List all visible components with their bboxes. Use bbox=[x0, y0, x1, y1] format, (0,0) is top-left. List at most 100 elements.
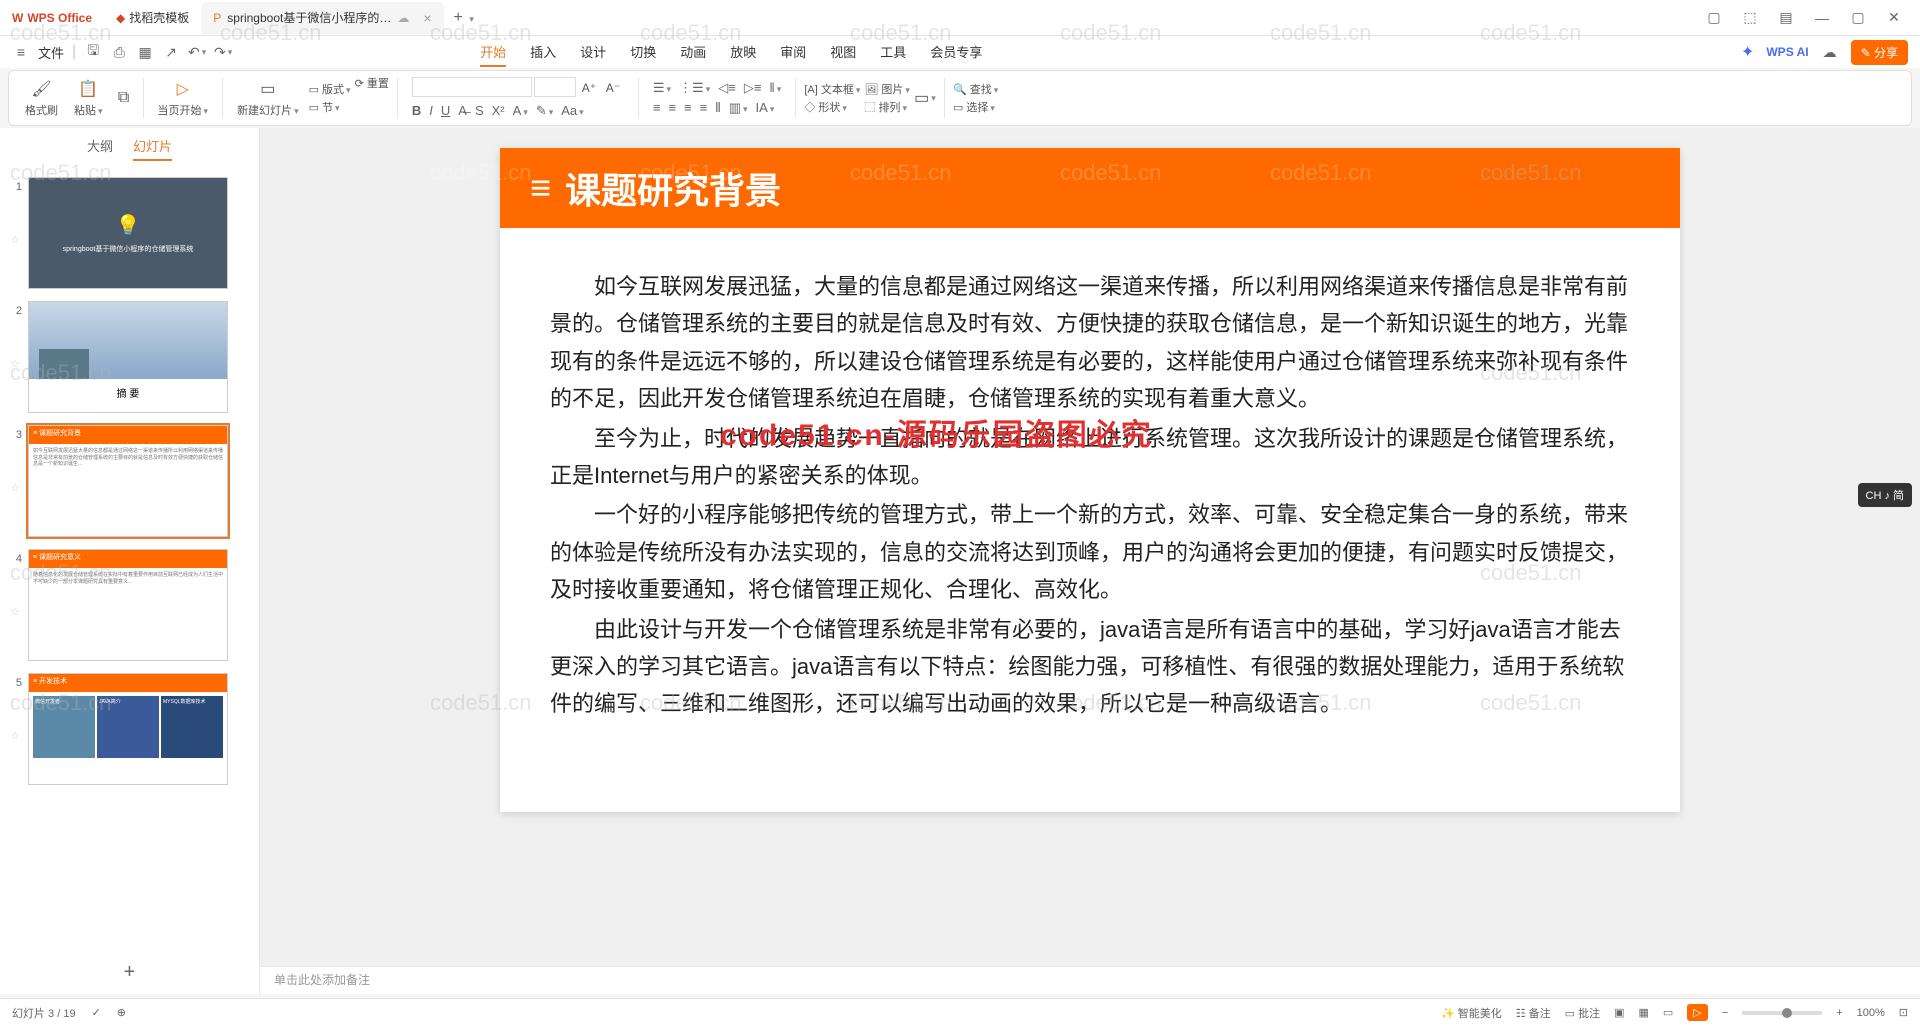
thumbnail-2[interactable]: 摘 要 bbox=[28, 301, 228, 413]
cloud-sync-icon[interactable]: ☁ bbox=[1821, 43, 1839, 61]
change-case-icon[interactable]: Aa▾ bbox=[561, 103, 583, 119]
font-size-select[interactable] bbox=[534, 77, 576, 97]
from-current-group[interactable]: ▷ 当页开始▾ bbox=[152, 78, 215, 118]
tab-insert[interactable]: 插入 bbox=[530, 38, 556, 67]
slides-tab[interactable]: 幻灯片 bbox=[133, 136, 172, 161]
shadow-icon[interactable]: S bbox=[475, 103, 484, 119]
window-cube-icon[interactable]: ⬚ bbox=[1740, 8, 1760, 28]
text-direction-icon[interactable]: IA▾ bbox=[756, 100, 775, 116]
sorter-view-icon[interactable]: ▦ bbox=[1638, 1006, 1648, 1019]
maximize-icon[interactable]: ▢ bbox=[1848, 8, 1868, 28]
window-menu-icon[interactable]: ▤ bbox=[1776, 8, 1796, 28]
reset-button[interactable]: ⟳ 重置 bbox=[355, 75, 389, 91]
strikethrough-icon[interactable]: A̶ bbox=[458, 103, 467, 119]
distribute-icon[interactable]: ⫴ bbox=[715, 100, 720, 116]
preview-icon[interactable]: ▦ bbox=[136, 43, 154, 61]
slide-title-bar[interactable]: ≡ 课题研究背景 bbox=[500, 148, 1680, 228]
align-center-icon[interactable]: ≡ bbox=[668, 100, 676, 116]
layout-button[interactable]: ▭ 版式▾ bbox=[309, 81, 351, 97]
app-tab[interactable]: W WPS Office bbox=[0, 2, 104, 34]
increase-font-icon[interactable]: A⁺ bbox=[578, 77, 600, 99]
new-slide-group[interactable]: ▭ 新建幻灯片▾ bbox=[231, 78, 305, 118]
close-tab-icon[interactable]: × bbox=[423, 10, 431, 26]
tab-start[interactable]: 开始 bbox=[480, 38, 506, 67]
comments-toggle[interactable]: ▭ 批注 bbox=[1565, 1005, 1600, 1021]
thumbnail-5[interactable]: ≡ 开发技术 微信开发者 JAVA简介 MYSQL数据库技术 bbox=[28, 673, 228, 785]
paste-group[interactable]: 📋 粘贴▾ bbox=[68, 78, 109, 118]
menu-icon[interactable]: ≡ bbox=[12, 43, 30, 61]
file-menu[interactable]: 文件 bbox=[38, 43, 64, 62]
redo-icon[interactable]: ↷▾ bbox=[214, 43, 232, 61]
arrange-button[interactable]: ⬚ 排列▾ bbox=[864, 99, 910, 115]
share-button[interactable]: ✎ 分享 bbox=[1851, 40, 1908, 65]
select-button[interactable]: ▭ 选择▾ bbox=[953, 99, 998, 115]
tab-transition[interactable]: 切换 bbox=[630, 38, 656, 67]
zoom-in-icon[interactable]: + bbox=[1836, 1007, 1842, 1019]
reading-view-icon[interactable]: ▭ bbox=[1663, 1006, 1673, 1019]
star-icon[interactable]: ☆ bbox=[10, 729, 20, 742]
bold-icon[interactable]: B bbox=[412, 103, 421, 119]
language-icon[interactable]: ⊕ bbox=[117, 1006, 126, 1019]
align-right-icon[interactable]: ≡ bbox=[684, 100, 692, 116]
star-icon[interactable]: ☆ bbox=[10, 481, 20, 494]
justify-icon[interactable]: ≡ bbox=[700, 100, 708, 116]
format-painter-group[interactable]: 🖌 格式刷 bbox=[19, 78, 64, 118]
print-icon[interactable]: ⎙ bbox=[110, 43, 128, 61]
window-box-icon[interactable]: ▢ bbox=[1704, 8, 1724, 28]
find-button[interactable]: 🔍 查找▾ bbox=[953, 81, 998, 97]
line-spacing-icon[interactable]: ‖▾ bbox=[769, 80, 781, 96]
indent-increase-icon[interactable]: ▷≡ bbox=[744, 80, 762, 96]
thumbnail-3[interactable]: ≡ 课题研究背景 如今互联网发展迅猛大量的信息都是通过网络这一渠道来传播所以利用… bbox=[28, 425, 228, 537]
copy-icon[interactable]: ⧉ bbox=[113, 87, 135, 109]
add-tab-button[interactable]: + ▾ bbox=[444, 9, 484, 27]
tab-animation[interactable]: 动画 bbox=[680, 38, 706, 67]
beautify-button[interactable]: ✨ 智能美化 bbox=[1441, 1005, 1502, 1021]
export-icon[interactable]: ↗ bbox=[162, 43, 180, 61]
close-window-icon[interactable]: ✕ bbox=[1884, 8, 1904, 28]
fit-icon[interactable]: ⊡ bbox=[1899, 1006, 1908, 1019]
thumbnail-4[interactable]: ≡ 课题研究意义 随着信息化的发展仓储管理系统在实际中有着重要作用目前互联网已经… bbox=[28, 549, 228, 661]
zoom-out-icon[interactable]: − bbox=[1722, 1007, 1728, 1019]
zoom-level[interactable]: 100% bbox=[1857, 1007, 1885, 1019]
tab-view[interactable]: 视图 bbox=[830, 38, 856, 67]
document-tab[interactable]: P springboot基于微信小程序的… ☁ × bbox=[201, 2, 443, 34]
save-icon[interactable]: 🖫 bbox=[84, 43, 102, 61]
font-family-select[interactable] bbox=[412, 77, 532, 97]
font-color-icon[interactable]: A▾ bbox=[513, 103, 528, 119]
underline-icon[interactable]: U bbox=[441, 103, 450, 119]
slide-body[interactable]: 如今互联网发展迅猛，大量的信息都是通过网络这一渠道来传播，所以利用网络渠道来传播… bbox=[500, 228, 1680, 765]
ime-indicator[interactable]: CH ♪ 简 bbox=[1858, 483, 1913, 507]
thumbnail-1[interactable]: 💡 springboot基于微信小程序的仓储管理系统 bbox=[28, 177, 228, 289]
star-icon[interactable]: ☆ bbox=[10, 357, 20, 370]
tab-slideshow[interactable]: 放映 bbox=[730, 38, 756, 67]
tab-member[interactable]: 会员专享 bbox=[930, 38, 982, 67]
normal-view-icon[interactable]: ▣ bbox=[1614, 1006, 1624, 1019]
tab-tools[interactable]: 工具 bbox=[880, 38, 906, 67]
superscript-icon[interactable]: X² bbox=[492, 103, 505, 119]
decrease-font-icon[interactable]: A⁻ bbox=[602, 77, 624, 99]
thumbnails-list[interactable]: 1☆ 💡 springboot基于微信小程序的仓储管理系统 2☆ 摘 要 3☆ … bbox=[0, 169, 259, 951]
star-icon[interactable]: ☆ bbox=[10, 233, 20, 246]
bullets-icon[interactable]: ☰▾ bbox=[653, 80, 671, 96]
indent-decrease-icon[interactable]: ◁≡ bbox=[718, 80, 736, 96]
picture-button[interactable]: 🖼 图片▾ bbox=[864, 81, 910, 97]
columns-icon[interactable]: ▥▾ bbox=[729, 100, 748, 116]
add-slide-button[interactable]: + bbox=[0, 951, 259, 994]
numbering-icon[interactable]: ⋮☰▾ bbox=[679, 80, 710, 96]
undo-icon[interactable]: ↶▾ bbox=[188, 43, 206, 61]
slide-canvas[interactable]: ≡ 课题研究背景 如今互联网发展迅猛，大量的信息都是通过网络这一渠道来传播，所以… bbox=[260, 128, 1920, 966]
zoom-slider[interactable] bbox=[1742, 1011, 1822, 1015]
fill-icon[interactable]: ▭▾ bbox=[914, 87, 936, 109]
italic-icon[interactable]: I bbox=[429, 103, 433, 119]
wps-ai-button[interactable]: WPS AI bbox=[1766, 45, 1808, 59]
section-button[interactable]: ▭ 节▾ bbox=[309, 99, 351, 115]
notes-toggle[interactable]: ☷ 备注 bbox=[1516, 1005, 1551, 1021]
textbox-button[interactable]: [A] 文本框▾ bbox=[804, 81, 860, 97]
notes-pane[interactable]: 单击此处添加备注 bbox=[260, 966, 1920, 994]
spellcheck-icon[interactable]: ✓ bbox=[92, 1006, 101, 1019]
tab-review[interactable]: 审阅 bbox=[780, 38, 806, 67]
slide-counter[interactable]: 幻灯片 3 / 19 bbox=[12, 1005, 76, 1021]
align-left-icon[interactable]: ≡ bbox=[653, 100, 661, 116]
shape-button[interactable]: ◇ 形状▾ bbox=[804, 99, 860, 115]
tab-design[interactable]: 设计 bbox=[580, 38, 606, 67]
